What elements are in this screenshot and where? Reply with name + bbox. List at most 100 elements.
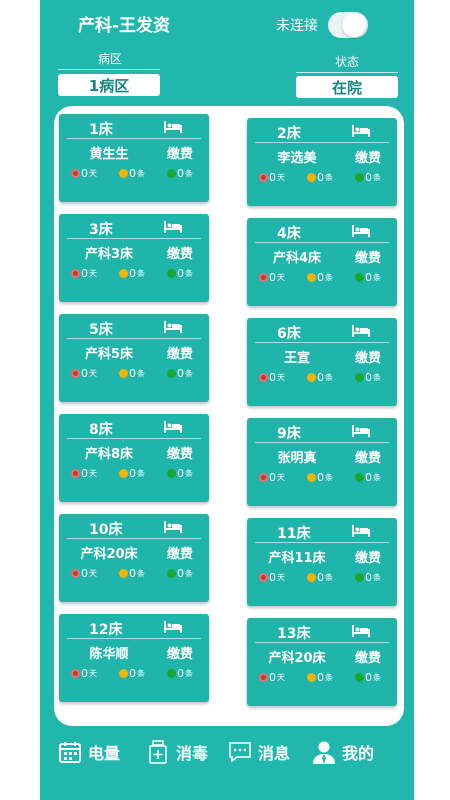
bed-stats: 0天0条0条: [71, 367, 205, 380]
green-count: 0: [177, 667, 184, 680]
pay-button[interactable]: 缴费: [355, 547, 381, 566]
pay-button[interactable]: 缴费: [167, 143, 193, 162]
green-count: 0: [365, 471, 372, 484]
green-stat: 0条: [355, 671, 393, 684]
patient-name: 产科20床: [80, 547, 138, 562]
toggle-knob: [342, 13, 366, 37]
pay-button[interactable]: 缴费: [355, 647, 381, 666]
bed-number: 8床: [89, 422, 113, 438]
bed-number: 3床: [89, 222, 113, 238]
days-count: 0: [81, 167, 88, 180]
pay-button[interactable]: 缴费: [355, 347, 381, 366]
bed-card[interactable]: 11床 产科11床 缴费 0 天 0 条 0 条: [247, 518, 397, 606]
yellow-unit: 条: [325, 173, 333, 182]
pay-button[interactable]: 缴费: [355, 447, 381, 466]
ward-select[interactable]: 1病区: [58, 74, 160, 96]
days-unit: 天: [89, 469, 97, 478]
green-count: 0: [177, 467, 184, 480]
bed-card[interactable]: 5床 产科5床 缴费 0 天 0 条 0 条: [59, 314, 209, 402]
bed-stats: 0天0条0条: [71, 667, 205, 680]
green-stat: 0条: [355, 471, 393, 484]
yellow-unit: 条: [137, 669, 145, 678]
green-dot-icon: [167, 369, 176, 378]
yellow-stat: 0条: [119, 367, 157, 380]
bed-number: 10床: [89, 522, 123, 538]
red-dot-icon: [71, 469, 80, 478]
bed-card[interactable]: 3床 产科3床 缴费 0 天 0 条 0 条: [59, 214, 209, 302]
days-stat: 0天: [259, 571, 297, 584]
days-count: 0: [269, 171, 276, 184]
bed-stats: 0天0条0条: [259, 271, 393, 284]
green-dot-icon: [167, 269, 176, 278]
days-unit: 天: [277, 473, 285, 482]
bed-card[interactable]: 13床 产科20床 缴费 0 天 0 条 0 条: [247, 618, 397, 706]
yellow-count: 0: [317, 471, 324, 484]
bed-stats: 0天0条0条: [259, 571, 393, 584]
yellow-unit: 条: [137, 569, 145, 578]
pay-button[interactable]: 缴费: [167, 343, 193, 362]
yellow-unit: 条: [325, 673, 333, 682]
bed-card[interactable]: 8床 产科8床 缴费 0 天 0 条 0 条: [59, 414, 209, 502]
bed-icon: [163, 619, 183, 633]
pay-button[interactable]: 缴费: [167, 643, 193, 662]
bed-number: 13床: [277, 626, 311, 642]
bed-card[interactable]: 12床 陈华顺 缴费 0 天 0 条 0 条: [59, 614, 209, 702]
green-count: 0: [365, 171, 372, 184]
pay-button[interactable]: 缴费: [355, 147, 381, 166]
bed-icon: [351, 223, 371, 237]
green-count: 0: [365, 371, 372, 384]
patient-name: 产科3床: [84, 247, 134, 262]
patient-name: 产科4床: [272, 251, 322, 266]
patient-name: 产科8床: [84, 447, 134, 462]
green-unit: 条: [185, 569, 193, 578]
nav-disinfect[interactable]: 消毒: [146, 740, 208, 764]
yellow-stat: 0条: [307, 171, 345, 184]
connection-toggle[interactable]: [328, 12, 368, 38]
bed-card[interactable]: 1床 黄生生 缴费 0 天 0 条 0 条: [59, 114, 209, 202]
app-screen: 产科-王发资 未连接 病区 1病区 状态 在院 1床 黄生生 缴费 0 天 0 条 0 条 2床李…: [40, 0, 414, 800]
red-dot-icon: [259, 373, 268, 382]
medicine-bottle-icon: [149, 740, 167, 764]
status-select[interactable]: 在院: [296, 76, 398, 98]
yellow-dot-icon: [119, 569, 128, 578]
red-dot-icon: [71, 369, 80, 378]
yellow-count: 0: [129, 567, 136, 580]
card-divider: [67, 538, 201, 539]
red-dot-icon: [71, 569, 80, 578]
card-divider: [255, 642, 389, 643]
yellow-unit: 条: [325, 473, 333, 482]
yellow-dot-icon: [119, 369, 128, 378]
card-divider: [255, 342, 389, 343]
pay-button[interactable]: 缴费: [355, 247, 381, 266]
yellow-count: 0: [129, 467, 136, 480]
bed-card[interactable]: 4床 产科4床 缴费 0 天 0 条 0 条: [247, 218, 397, 306]
bed-number: 1床: [89, 122, 113, 138]
patient-name: 李选美: [277, 151, 317, 166]
bed-card[interactable]: 9床 张明真 缴费 0 天 0 条 0 条: [247, 418, 397, 506]
user-icon: [313, 741, 335, 764]
days-stat: 0天: [71, 367, 109, 380]
nav-message[interactable]: 消息: [228, 740, 290, 764]
nav-disinfect-label: 消毒: [176, 744, 209, 763]
bed-card[interactable]: 6床 王宣 缴费 0 天 0 条 0 条: [247, 318, 397, 406]
days-unit: 天: [89, 369, 97, 378]
days-stat: 0天: [71, 667, 109, 680]
nav-power[interactable]: 电量: [58, 740, 120, 764]
pay-button[interactable]: 缴费: [167, 543, 193, 562]
green-stat: 0条: [355, 171, 393, 184]
bed-card[interactable]: 10床 产科20床 缴费 0 天 0 条 0 条: [59, 514, 209, 602]
pay-button[interactable]: 缴费: [167, 243, 193, 262]
green-stat: 0条: [355, 371, 393, 384]
ward-label: 病区: [98, 52, 123, 66]
patient-name: 产科11床: [268, 551, 326, 566]
bed-card[interactable]: 2床 李选美 缴费 0 天 0 条 0 条: [247, 118, 397, 206]
pay-button[interactable]: 缴费: [167, 443, 193, 462]
card-divider: [67, 138, 201, 139]
nav-power-label: 电量: [88, 744, 121, 763]
green-count: 0: [177, 167, 184, 180]
nav-mine[interactable]: 我的: [312, 740, 374, 764]
bed-number: 2床: [277, 126, 301, 142]
yellow-stat: 0条: [307, 671, 345, 684]
connection-status-label: 未连接: [276, 18, 318, 34]
days-stat: 0天: [71, 467, 109, 480]
